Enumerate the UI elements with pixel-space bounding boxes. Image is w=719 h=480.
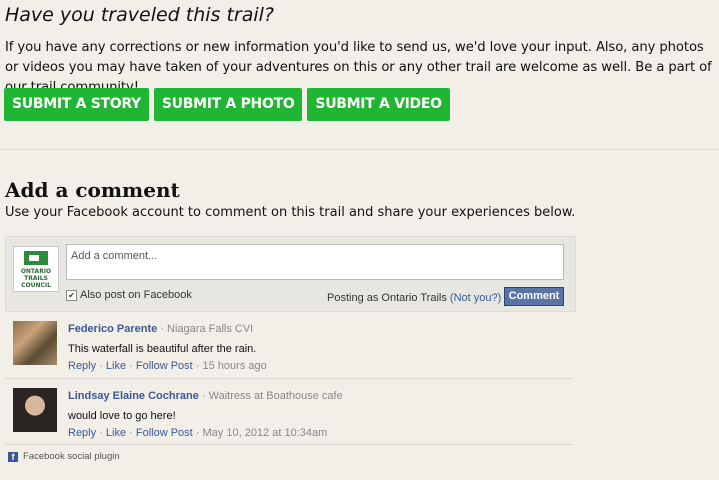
- avatar[interactable]: [13, 388, 57, 432]
- ontario-trails-logo: ONTARIO TRAILS COUNCIL: [13, 246, 59, 292]
- facebook-icon: f: [8, 451, 18, 462]
- comment-title: Add a comment: [5, 178, 180, 202]
- comment-author[interactable]: Lindsay Elaine Cochrane: [68, 390, 199, 402]
- checkmark-icon[interactable]: ✔: [66, 289, 77, 301]
- posting-as: Posting as Ontario Trails (Not you?): [327, 292, 501, 304]
- logo-text: ONTARIO TRAILS COUNCIL: [20, 268, 52, 289]
- reply-link[interactable]: Reply: [68, 360, 96, 372]
- submit-buttons: SUBMIT A STORY SUBMIT A PHOTO SUBMIT A V…: [4, 88, 450, 121]
- comment-author[interactable]: Federico Parente: [68, 323, 157, 335]
- separator: ·: [192, 360, 203, 372]
- comment-button[interactable]: Comment: [504, 287, 564, 306]
- comment-divider: [5, 444, 574, 445]
- comment-author-meta: · Waitress at Boathouse cafe: [198, 390, 343, 402]
- trail-heading: Have you traveled this trail?: [5, 4, 275, 26]
- trail-logo-icon: [24, 251, 48, 265]
- like-link[interactable]: Like: [106, 360, 126, 372]
- separator: ·: [192, 427, 203, 439]
- follow-post-link[interactable]: Follow Post: [136, 427, 193, 439]
- comment-time[interactable]: 15 hours ago: [203, 360, 267, 372]
- submit-photo-button[interactable]: SUBMIT A PHOTO: [153, 88, 303, 121]
- also-post-label: Also post on Facebook: [80, 289, 192, 301]
- separator: ·: [96, 360, 106, 372]
- submit-story-button[interactable]: SUBMIT A STORY: [4, 88, 149, 121]
- submit-video-button[interactable]: SUBMIT A VIDEO: [307, 88, 450, 121]
- comment-subtitle: Use your Facebook account to comment on …: [5, 205, 576, 220]
- separator: ·: [126, 427, 136, 439]
- plugin-label: Facebook social plugin: [23, 451, 120, 462]
- comment-divider: [5, 378, 574, 379]
- section-divider: [0, 149, 719, 150]
- comment-author-meta: · Niagara Falls CVI: [157, 323, 254, 335]
- separator: ·: [126, 360, 136, 372]
- comment-input[interactable]: Add a comment...: [66, 244, 564, 280]
- separator: ·: [96, 427, 106, 439]
- like-link[interactable]: Like: [106, 427, 126, 439]
- not-you-link[interactable]: (Not you?): [450, 292, 501, 304]
- avatar[interactable]: [13, 321, 57, 365]
- comment-time[interactable]: May 10, 2012 at 10:34am: [203, 427, 328, 439]
- comment-composer: ONTARIO TRAILS COUNCIL Add a comment... …: [5, 236, 576, 312]
- facebook-plugin[interactable]: f Facebook social plugin: [8, 451, 120, 462]
- follow-post-link[interactable]: Follow Post: [136, 360, 193, 372]
- comment-text: would love to go here!: [68, 410, 176, 422]
- posting-as-text: Posting as Ontario Trails: [327, 292, 447, 304]
- also-post-option[interactable]: ✔ Also post on Facebook: [66, 289, 192, 301]
- comment-text: This waterfall is beautiful after the ra…: [68, 343, 257, 355]
- reply-link[interactable]: Reply: [68, 427, 96, 439]
